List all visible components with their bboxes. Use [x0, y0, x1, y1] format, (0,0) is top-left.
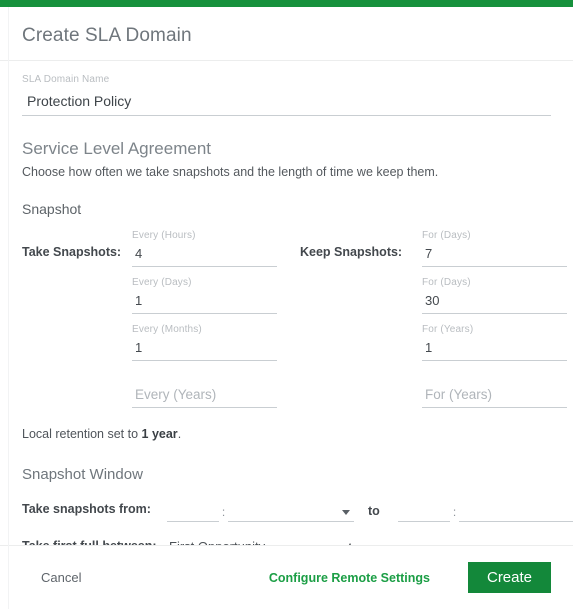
keep-for-days-30-label: For (Days) — [422, 277, 471, 288]
snapshot-row-days: Every (Days) 1 For (Days) 30 — [22, 267, 567, 314]
to-minute-input[interactable] — [459, 502, 511, 522]
keep-for-years-label: For (Years) — [422, 324, 474, 335]
keep-for-years-empty-field: For (Years) For (Years) — [422, 370, 567, 408]
local-retention-text: Local retention set to 1 year. — [22, 426, 551, 443]
retention-prefix: Local retention set to — [22, 427, 142, 441]
keep-for-years-empty-input[interactable]: For (Years) — [422, 383, 567, 408]
keep-for-years-field: For (Years) 1 — [422, 323, 567, 361]
chevron-down-icon — [342, 510, 350, 515]
take-every-hours-field: Every (Hours) 4 — [132, 229, 277, 267]
configure-remote-settings-link[interactable]: Configure Remote Settings — [269, 571, 430, 585]
take-every-years-input[interactable]: Every (Years) — [132, 383, 277, 408]
dialog-footer: Cancel Configure Remote Settings Create — [0, 545, 573, 609]
take-every-years-field: Every (Years) Every (Years) — [132, 370, 277, 408]
take-every-months-label: Every (Months) — [132, 324, 202, 335]
keep-for-days-30-field: For (Days) 30 — [422, 276, 567, 314]
at-hour-input[interactable] — [371, 539, 423, 545]
take-every-months-field: Every (Months) 1 — [132, 323, 277, 361]
sla-domain-name-field: SLA Domain Name Protection Policy — [22, 61, 551, 116]
snapshot-window-heading: Snapshot Window — [22, 466, 143, 483]
to-conjunction-label: to — [368, 504, 380, 518]
take-first-full-label: Take first full between: — [22, 538, 167, 545]
take-snapshots-label: Take Snapshots: — [22, 245, 122, 259]
service-level-agreement-heading: Service Level Agreement — [22, 139, 211, 158]
to-time-colon: : — [452, 505, 457, 519]
dialog-header: Create SLA Domain — [0, 7, 573, 61]
service-level-agreement-subtitle: Choose how often we take snapshots and t… — [22, 165, 439, 179]
create-button[interactable]: Create — [468, 562, 551, 593]
page-title: Create SLA Domain — [22, 25, 192, 46]
keep-for-days-input[interactable]: 7 — [422, 242, 567, 267]
from-period-select[interactable] — [280, 502, 354, 522]
take-snapshots-from-row: Take snapshots from: : to : — [22, 492, 573, 522]
keep-snapshots-label: Keep Snapshots: — [300, 245, 403, 259]
snapshot-row-hours: Take Snapshots: Every (Hours) 4 Keep Sna… — [22, 220, 567, 267]
take-every-days-input[interactable]: 1 — [132, 289, 277, 314]
take-every-hours-input[interactable]: 4 — [132, 242, 277, 267]
retention-value: 1 year — [141, 427, 178, 441]
snapshot-frequency-grid: Take Snapshots: Every (Hours) 4 Keep Sna… — [22, 220, 567, 408]
snapshot-subheading: Snapshot — [22, 201, 82, 217]
cancel-button[interactable]: Cancel — [41, 570, 81, 585]
at-time-colon: : — [423, 542, 432, 545]
keep-for-days-field: For (Days) 7 — [422, 229, 567, 267]
to-hour-input[interactable] — [398, 502, 450, 522]
from-hour-input[interactable] — [167, 502, 219, 522]
take-every-days-label: Every (Days) — [132, 277, 192, 288]
take-every-days-field: Every (Days) 1 — [132, 276, 277, 314]
to-period-select[interactable] — [511, 502, 573, 522]
top-accent-bar — [0, 0, 573, 7]
keep-for-days-label: For (Days) — [422, 230, 471, 241]
dialog-body: SLA Domain Name Protection Policy Servic… — [0, 61, 573, 545]
at-conjunction-label: at — [327, 541, 371, 545]
first-full-opportunity-value: First Opportunity — [169, 539, 265, 545]
create-sla-domain-dialog: Create SLA Domain SLA Domain Name Protec… — [0, 0, 573, 609]
keep-for-days-30-input[interactable]: 30 — [422, 289, 567, 314]
take-every-hours-label: Every (Hours) — [132, 230, 196, 241]
take-snapshots-from-label: Take snapshots from: — [22, 502, 151, 516]
sla-domain-name-label: SLA Domain Name — [22, 74, 110, 85]
keep-for-years-input[interactable]: 1 — [422, 336, 567, 361]
retention-suffix: . — [177, 427, 182, 441]
from-minute-input[interactable] — [228, 502, 280, 522]
snapshot-row-months: Every (Months) 1 For (Years) 1 — [22, 314, 567, 361]
sla-domain-name-input[interactable]: Protection Policy — [22, 86, 551, 116]
at-period-select[interactable] — [484, 539, 573, 545]
take-every-months-input[interactable]: 1 — [132, 336, 277, 361]
at-minute-input[interactable] — [432, 539, 484, 545]
take-first-full-row: Take first full between: First Opportuni… — [22, 529, 551, 545]
first-full-opportunity-select[interactable]: First Opportunity — [167, 537, 327, 545]
from-time-colon: : — [221, 505, 226, 519]
snapshot-row-years: Every (Years) Every (Years) For (Years) … — [22, 361, 567, 408]
